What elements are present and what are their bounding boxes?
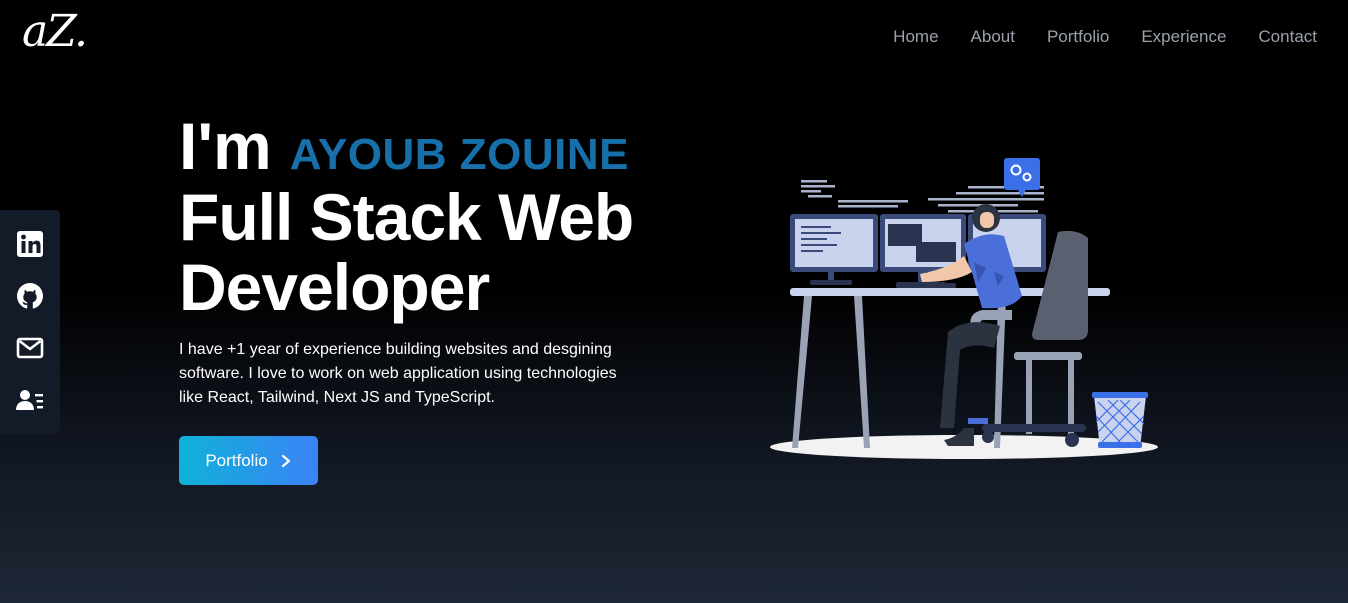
main-nav: Home About Portfolio Experience Contact xyxy=(893,27,1317,47)
hero-description: I have +1 year of experience building we… xyxy=(179,341,617,406)
hero-name: AYOUB ZOUINE xyxy=(289,130,630,179)
hero-section: I'm AYOUB ZOUINE Full Stack Web Develope… xyxy=(179,110,739,485)
social-sidebar xyxy=(0,210,60,434)
nav-about[interactable]: About xyxy=(971,27,1015,47)
greeting: I'm xyxy=(179,109,272,183)
logo[interactable]: aZ. xyxy=(22,6,88,57)
resume-icon[interactable] xyxy=(15,385,45,415)
developer-illustration xyxy=(770,158,1158,459)
nav-experience[interactable]: Experience xyxy=(1141,27,1226,47)
mail-icon[interactable] xyxy=(15,333,45,363)
nav-portfolio[interactable]: Portfolio xyxy=(1047,27,1109,47)
hero-heading: I'm AYOUB ZOUINE xyxy=(179,110,739,182)
portfolio-button[interactable]: Portfolio xyxy=(179,436,318,485)
chevron-right-icon xyxy=(281,454,290,467)
github-icon[interactable] xyxy=(15,281,45,311)
nav-contact[interactable]: Contact xyxy=(1258,27,1317,47)
hero-title: Full Stack Web Developer xyxy=(179,180,634,324)
linkedin-icon[interactable] xyxy=(15,229,45,259)
nav-home[interactable]: Home xyxy=(893,27,938,47)
portfolio-button-label: Portfolio xyxy=(205,450,268,470)
